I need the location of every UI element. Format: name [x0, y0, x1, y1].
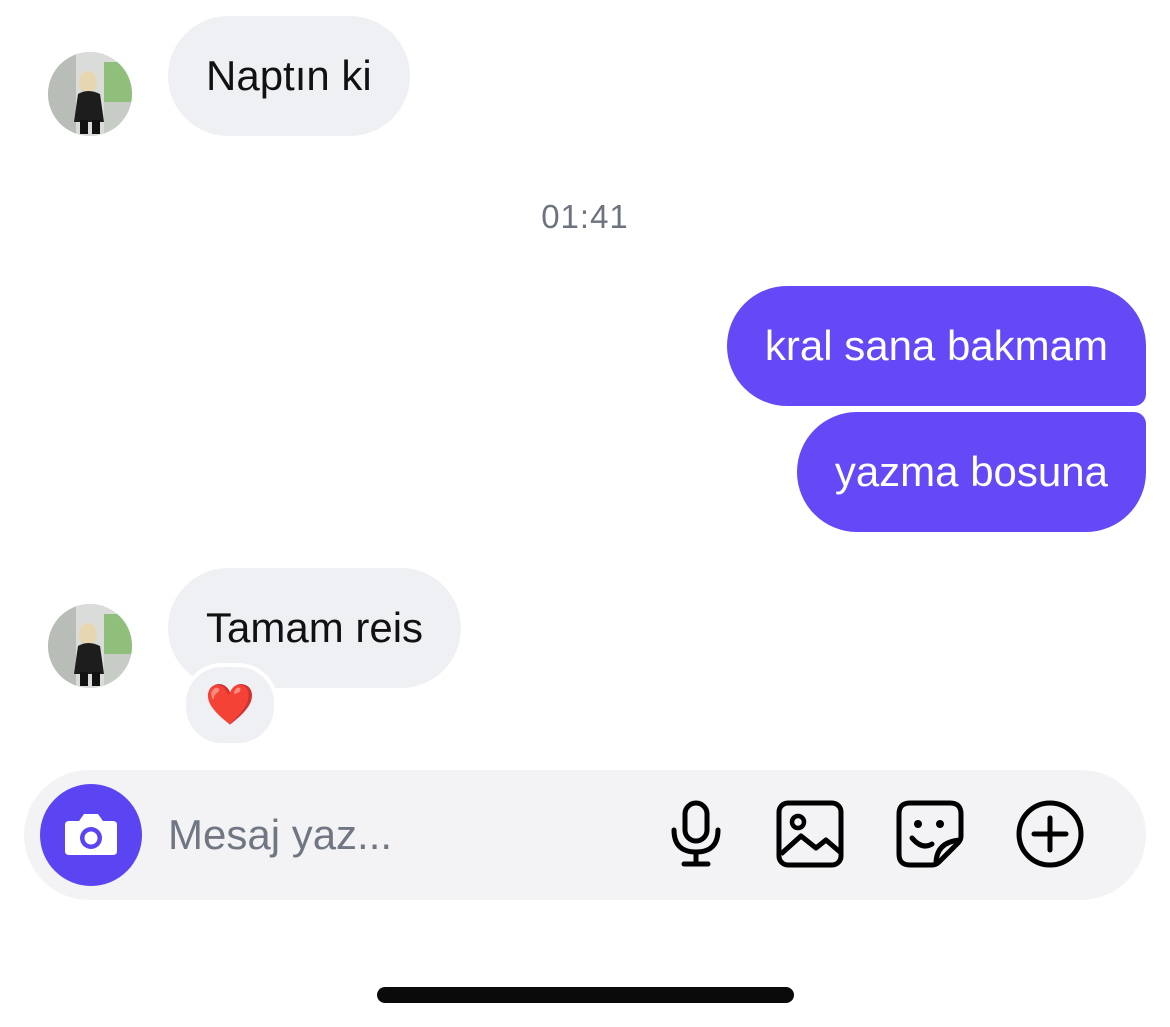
voice-message-button[interactable]	[660, 800, 732, 872]
photo-gallery-button[interactable]	[774, 800, 846, 872]
microphone-icon	[666, 800, 726, 873]
outgoing-message-bubble[interactable]: kral sana bakmam	[726, 286, 1146, 406]
message-text: Naptın ki	[206, 52, 372, 99]
message-input[interactable]	[168, 800, 628, 870]
camera-icon	[63, 809, 119, 862]
image-icon	[776, 800, 844, 873]
message-timestamp: 01:41	[541, 198, 629, 235]
home-indicator[interactable]	[377, 987, 794, 1003]
heart-reaction-badge[interactable]: ❤️	[182, 663, 278, 747]
camera-button[interactable]	[40, 784, 142, 886]
plus-circle-icon	[1015, 799, 1085, 874]
more-options-button[interactable]	[1014, 800, 1086, 872]
message-text: Tamam reis	[206, 604, 424, 651]
message-text: yazma bosuna	[834, 448, 1108, 495]
message-composer	[24, 770, 1146, 900]
sticker-button[interactable]	[894, 800, 966, 872]
incoming-message-bubble[interactable]: Naptın ki	[168, 16, 410, 136]
contact-avatar[interactable]	[48, 604, 132, 688]
contact-avatar[interactable]	[48, 52, 132, 136]
outgoing-message-bubble[interactable]: yazma bosuna	[796, 412, 1146, 532]
heart-reaction: ❤️	[205, 683, 255, 727]
sticker-icon	[896, 800, 964, 873]
message-text: kral sana bakmam	[764, 322, 1108, 369]
